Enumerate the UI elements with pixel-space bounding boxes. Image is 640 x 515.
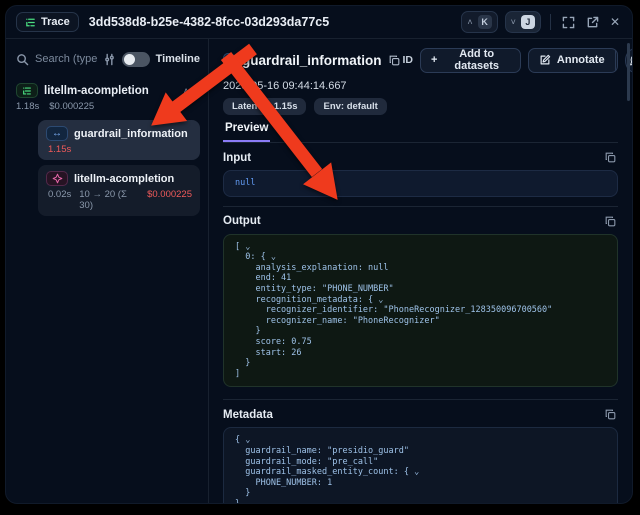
app-window: Trace 3dd538d8-b25e-4382-8fcc-03d293da77… [5,5,633,504]
trace-badge-label: Trace [41,16,70,28]
latency-badge: Latency: 1.15s [223,98,306,115]
tab-bar: Preview [223,122,618,143]
maximize-icon [562,16,575,29]
section-divider [223,399,618,400]
pen-square-icon [539,54,551,66]
id-label: ID [403,54,414,66]
nav-down-button[interactable]: ˅ J [505,11,541,33]
observation-item-guardrail-information[interactable]: ↔ guardrail_information 1.15s [38,120,200,160]
trace-root-item[interactable]: litellm-acompletion ˄ ˅ 1.18s $0.000225 [16,83,200,112]
close-button[interactable]: ✕ [608,13,622,31]
observation-latency: 0.02s [48,189,71,211]
observation-timestamp: 2025-05-16 09:44:14.667 [223,80,618,92]
copy-icon [389,55,400,66]
observation-cost: $0.000225 [147,189,192,211]
open-external-button[interactable] [584,14,601,31]
metadata-section-header: Metadata [223,407,618,422]
shortcut-key-k: K [478,15,492,29]
output-section-header: Output [223,214,618,229]
observation-list: ↔ guardrail_information 1.15s [38,120,200,216]
trace-root-title: litellm-acompletion [44,85,149,97]
output-json: [ ⌄ 0: { ⌄ analysis_explanation: null en… [223,234,618,388]
chevron-down-icon: ˅ [511,18,516,27]
external-link-icon [586,16,599,29]
observation-title: guardrail_information [242,53,382,68]
collapse-all-icon[interactable]: ˅ [195,86,200,96]
search-input[interactable] [35,53,97,65]
copy-icon [605,152,616,163]
input-value: null [223,170,618,197]
observation-detail-panel: ↔ guardrail_information ID + Add to data… [209,39,632,503]
copy-metadata-button[interactable] [603,407,618,422]
section-divider [223,206,618,207]
filter-sliders-icon[interactable] [103,53,116,66]
annotate-button[interactable]: Annotate [529,49,615,72]
list-tree-icon [25,17,36,28]
scrollbar-thumb[interactable] [627,43,630,101]
search-row: Timeline [16,47,200,71]
metadata-label: Metadata [223,409,273,421]
nav-up-button[interactable]: ˄ K [461,11,497,33]
add-to-datasets-button[interactable]: + Add to datasets [420,48,521,73]
toggle-knob [124,54,135,65]
badge-row: Latency: 1.15s Env: default [223,98,618,115]
trace-peek-window: Trace 3dd538d8-b25e-4382-8fcc-03d293da77… [0,0,640,515]
env-badge: Env: default [314,98,386,115]
input-section-header: Input [223,150,618,165]
divider [550,14,551,30]
observation-latency: 1.15s [48,144,71,155]
copy-icon [605,409,616,420]
observation-tokens: 10 → 20 (Σ 30) [79,189,139,211]
expand-all-icon[interactable]: ˄ [183,86,188,96]
timeline-toggle[interactable] [122,52,150,67]
metadata-json: { ⌄ guardrail_name: "presidio_guard" gua… [223,427,618,503]
list-tree-icon [22,86,32,96]
span-type-icon: ↔ [46,126,68,141]
copy-input-button[interactable] [603,150,618,165]
annotate-split-button: Annotate ˅ [528,48,618,73]
generation-type-icon [46,171,68,186]
observation-item-litellm-acompletion[interactable]: litellm-acompletion 0.02s 10 → 20 (Σ 30)… [38,165,200,216]
chevron-up-icon: ˄ [467,18,472,27]
trace-root-badge [16,83,38,98]
copy-icon [605,216,616,227]
maximize-button[interactable] [560,14,577,31]
shortcut-key-j: J [521,15,535,29]
output-label: Output [223,215,261,227]
tab-preview[interactable]: Preview [223,122,270,142]
body: Timeline litellm-acompletion ˄ ˅ [6,39,632,503]
trace-root-meta: 1.18s $0.000225 [16,101,200,112]
trace-root-latency: 1.18s [16,101,39,112]
span-type-icon: ↔ [223,53,235,68]
copy-output-button[interactable] [603,214,618,229]
copy-id-button[interactable]: ID [389,54,414,66]
trace-tree-sidebar: Timeline litellm-acompletion ˄ ˅ [6,39,209,503]
close-icon: ✕ [610,15,620,29]
input-label: Input [223,152,251,164]
observation-header: ↔ guardrail_information ID + Add to data… [223,47,618,73]
trace-root-cost: $0.000225 [49,101,94,112]
annotate-dropdown-button[interactable]: ˅ [615,49,618,72]
plus-icon: + [431,54,437,66]
trace-type-badge: Trace [16,12,79,32]
observation-title: guardrail_information [74,128,188,140]
observation-title: litellm-acompletion [74,173,174,185]
trace-id: 3dd538d8-b25e-4382-8fcc-03d293da77c5 [89,15,329,29]
tree-actions: ˄ ˅ [183,86,200,96]
search-icon [16,53,29,66]
topbar-controls: ˄ K ˅ J ✕ [461,11,622,33]
topbar: Trace 3dd538d8-b25e-4382-8fcc-03d293da77… [6,6,632,39]
timeline-label: Timeline [156,53,200,65]
header-actions: + Add to datasets Annotate ˅ [420,48,632,73]
